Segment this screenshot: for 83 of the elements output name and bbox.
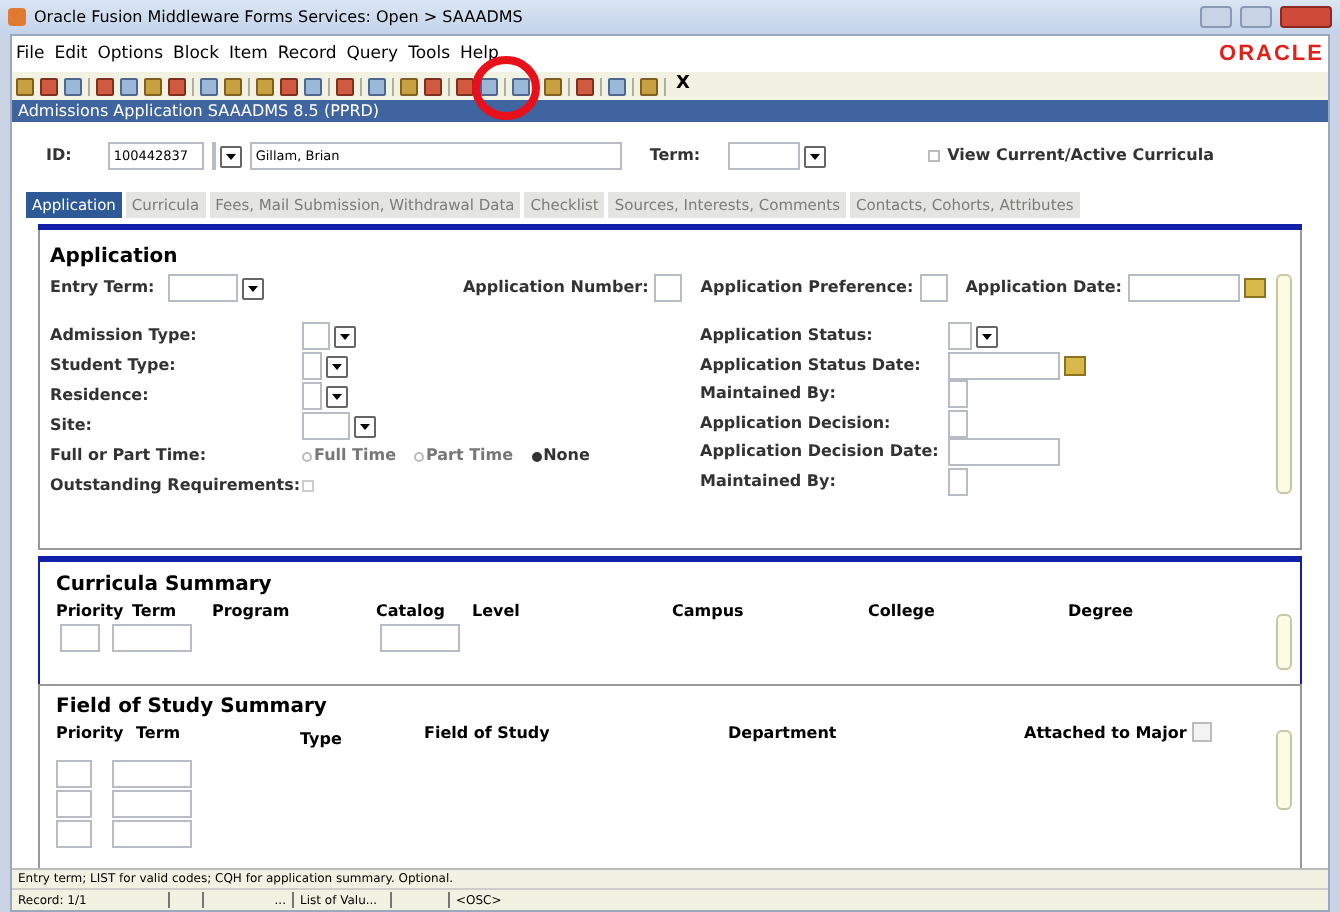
- menu-item[interactable]: Block: [173, 41, 219, 67]
- minimize-button[interactable]: [1200, 6, 1232, 28]
- menu-item[interactable]: Edit: [54, 41, 88, 67]
- menu-item[interactable]: File: [16, 41, 45, 67]
- caret-icon: [248, 285, 259, 291]
- caret-icon: [360, 423, 370, 429]
- field-label: Application Decision:: [700, 413, 891, 432]
- dropdown-button[interactable]: [326, 355, 348, 377]
- column-header: Field of Study: [424, 722, 552, 746]
- dropdown-button[interactable]: [804, 145, 827, 167]
- menu-item[interactable]: Help: [460, 41, 499, 67]
- column-header: Attached to Major: [1024, 722, 1187, 746]
- dropdown-button[interactable]: [354, 415, 376, 437]
- field-label: Application Status Date:: [700, 355, 921, 374]
- column-header: Priority: [56, 722, 126, 746]
- caret-icon: [225, 153, 236, 159]
- caret-icon: [332, 393, 342, 399]
- column-header: Term: [132, 600, 179, 624]
- dropdown-button[interactable]: [334, 325, 356, 347]
- column-header: Level: [472, 600, 522, 624]
- field-label: Admission Type:: [50, 326, 197, 344]
- menu-item[interactable]: Query: [346, 41, 399, 67]
- field-label: ID:: [46, 144, 72, 168]
- field-label: Entry Term:: [50, 276, 155, 300]
- column-header: Department: [728, 722, 839, 746]
- dropdown-button[interactable]: [326, 385, 348, 407]
- column-header: Term: [136, 722, 183, 746]
- caret-icon: [982, 333, 992, 340]
- menu-item[interactable]: Item: [229, 41, 268, 67]
- field-label: Application Date:: [965, 276, 1122, 300]
- exit-button[interactable]: X: [676, 72, 690, 100]
- field-label: Application Decision Date:: [700, 442, 939, 461]
- option-label: Part Time: [426, 444, 514, 468]
- close-button[interactable]: [1280, 6, 1332, 28]
- dropdown-button[interactable]: [976, 325, 998, 348]
- scrollbar[interactable]: [1276, 274, 1292, 494]
- field-label: Application Preference:: [700, 276, 914, 300]
- radio-button[interactable]: [302, 451, 312, 461]
- calendar-button[interactable]: [1244, 278, 1266, 298]
- field-label: Full or Part Time:: [50, 446, 207, 464]
- view-current-checkbox[interactable]: [927, 150, 940, 162]
- field-label: Site:: [50, 416, 92, 434]
- field-label: Application Number:: [462, 276, 649, 300]
- column-header: Program: [212, 600, 292, 624]
- menu-item[interactable]: Record: [277, 41, 337, 67]
- scrollbar[interactable]: [1276, 614, 1292, 670]
- attached-checkbox[interactable]: [1192, 722, 1213, 742]
- requirements-checkbox[interactable]: [302, 480, 314, 492]
- section-title: Application: [50, 244, 180, 272]
- field-label: Residence:: [50, 386, 149, 404]
- column-header: College: [868, 600, 937, 624]
- section-title: Field of Study Summary: [56, 696, 327, 718]
- option-label: None: [543, 444, 590, 468]
- field-label: View Current/Active Curricula: [947, 144, 1214, 168]
- calendar-button[interactable]: [1064, 355, 1086, 376]
- caret-icon: [340, 333, 350, 339]
- menu-item[interactable]: Tools: [408, 41, 451, 67]
- column-header: Campus: [672, 600, 746, 624]
- field-label: Term:: [649, 144, 701, 168]
- radio-button[interactable]: [414, 451, 424, 461]
- java-icon: [8, 8, 26, 26]
- column-header: Type: [300, 728, 344, 752]
- option-label: Full Time: [314, 444, 396, 468]
- column-header: Degree: [1068, 600, 1136, 624]
- brand-logo: ORACLE: [1219, 39, 1324, 70]
- caret-icon: [810, 153, 821, 159]
- menu-item[interactable]: Options: [97, 41, 163, 67]
- scrollbar[interactable]: [1276, 730, 1292, 810]
- field-label: Maintained By:: [700, 384, 836, 403]
- column-header: Priority: [56, 600, 126, 624]
- dropdown-button[interactable]: [242, 277, 265, 299]
- caret-icon: [332, 363, 342, 369]
- field-label: Outstanding Requirements:: [50, 476, 301, 494]
- dropdown-button[interactable]: [219, 145, 242, 167]
- field-label: Maintained By:: [700, 471, 836, 490]
- form-title: Admissions Application SAAADMS 8.5 (PPRD): [18, 99, 380, 123]
- maximize-button[interactable]: [1240, 6, 1272, 28]
- field-label: Student Type:: [50, 356, 176, 374]
- column-header: Catalog: [376, 600, 447, 624]
- field-label: Application Status:: [700, 326, 873, 345]
- window-title: Oracle Fusion Middleware Forms Services: Open > SAAADMS: [34, 5, 523, 29]
- radio-button[interactable]: [531, 451, 542, 461]
- section-title: Curricula Summary: [56, 574, 272, 596]
